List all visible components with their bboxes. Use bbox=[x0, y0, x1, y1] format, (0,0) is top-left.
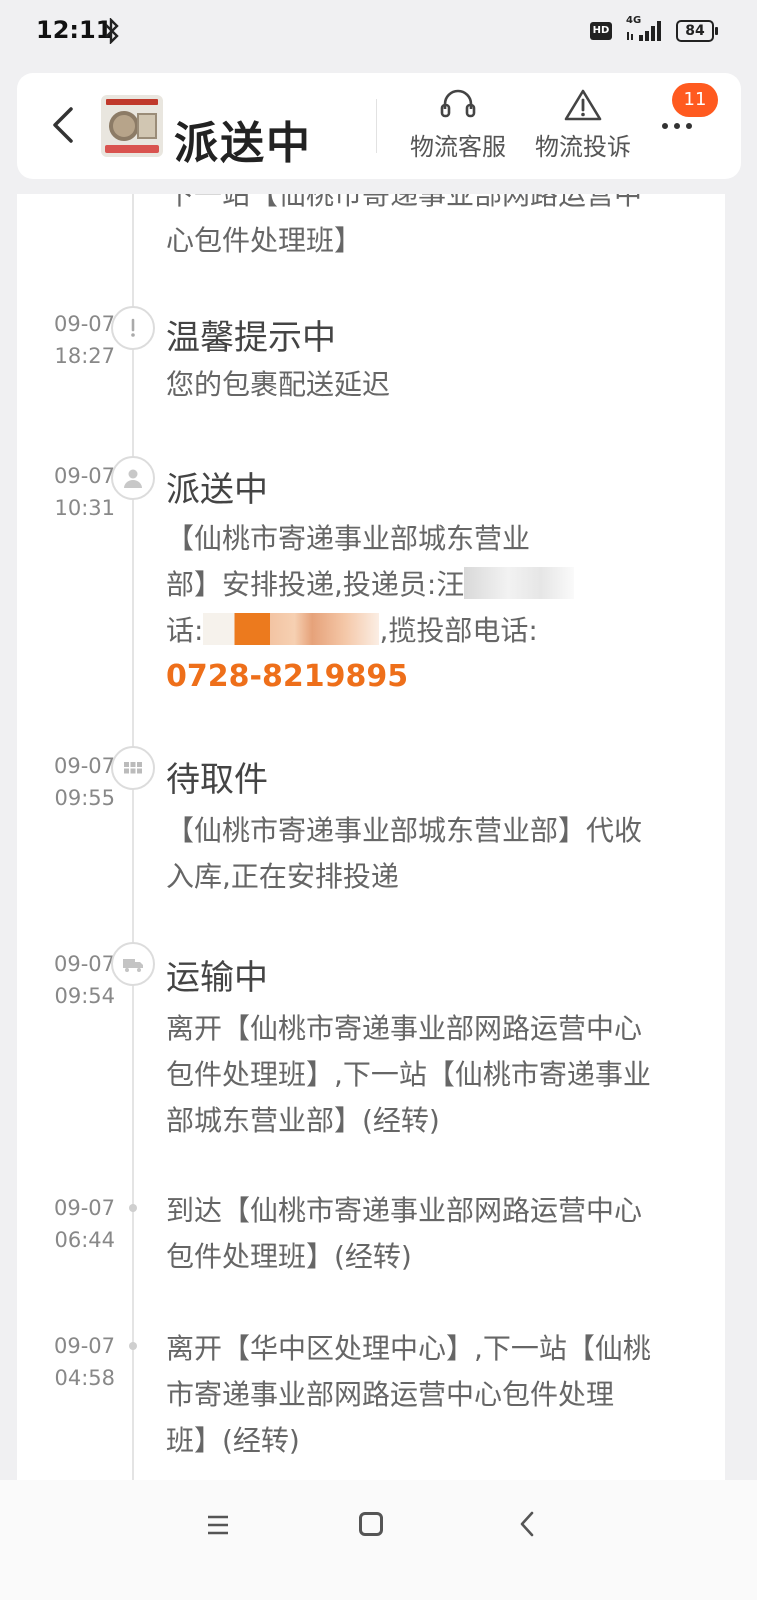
entry-date: 09-07 bbox=[53, 754, 115, 778]
entry-time: 09:55 bbox=[54, 786, 115, 810]
entry-date: 09-07 bbox=[53, 952, 115, 976]
status-time: 12:11 bbox=[36, 16, 113, 44]
menu-icon[interactable] bbox=[206, 1514, 230, 1536]
phone-link[interactable]: 0728-8219895 bbox=[166, 659, 408, 694]
nav-back-icon[interactable] bbox=[517, 1510, 537, 1538]
bluetooth-icon bbox=[105, 18, 119, 44]
hd-icon: HD bbox=[590, 22, 612, 40]
entry-desc-line: 部城东营业部】(经转) bbox=[166, 1104, 440, 1137]
logistics-service-button[interactable]: 物流客服 bbox=[402, 87, 514, 162]
logistics-complaint-button[interactable]: 物流投诉 bbox=[527, 87, 639, 162]
redacted-name bbox=[464, 567, 575, 599]
entry-desc-line: 离开【华中区处理中心】,下一站【仙桃 bbox=[166, 1332, 651, 1365]
entry-desc: 到达【仙桃市寄递事业部网路运营中心 包件处理班】(经转) bbox=[166, 1188, 711, 1280]
entry-desc: 【仙桃市寄递事业部城东营业 部】安排投递,投递员:汪 话: ,揽投部电话: 072… bbox=[166, 516, 711, 700]
timeline-dot bbox=[129, 1204, 137, 1212]
back-arrow-icon[interactable] bbox=[47, 103, 77, 147]
entry-desc-line: 0728-8219895 bbox=[166, 654, 711, 700]
redacted-phone bbox=[203, 613, 380, 645]
screen: 12:11 HD 4G 84 派送中 物流客服 物流投诉 11 下一站【仙桃市寄… bbox=[0, 0, 757, 1600]
entry-desc-text: 话: bbox=[166, 614, 204, 647]
battery-icon: 84 bbox=[676, 20, 718, 42]
entry-desc-line: 离开【仙桃市寄递事业部网路运营中心 bbox=[166, 1012, 643, 1045]
entry-date: 09-07 bbox=[53, 312, 115, 336]
entry-desc-line: 话: ,揽投部电话: bbox=[166, 608, 711, 654]
grid-icon bbox=[111, 746, 155, 790]
timeline-card: 下一站【仙桃市寄递事业部网路运营中 心包件处理班】 09-07 18:27 温馨… bbox=[17, 194, 725, 1480]
entry-desc-text: 部】安排投递,投递员:汪 bbox=[166, 568, 465, 601]
home-icon[interactable] bbox=[359, 1512, 383, 1536]
status-bar: 12:11 HD 4G 84 bbox=[0, 0, 757, 62]
timeline-line bbox=[132, 194, 134, 1480]
system-nav-bar bbox=[0, 1480, 757, 1600]
entry-desc-line: 包件处理班】,下一站【仙桃市寄递事业 bbox=[166, 1058, 651, 1091]
entry-desc-line: 部】安排投递,投递员:汪 bbox=[166, 562, 711, 608]
headset-icon bbox=[440, 89, 476, 118]
truck-icon bbox=[111, 942, 155, 986]
partial-desc-line: 下一站【仙桃市寄递事业部网路运营中 bbox=[166, 194, 643, 211]
timeline-dot bbox=[129, 1342, 137, 1350]
entry-time: 06:44 bbox=[54, 1228, 115, 1252]
entry-desc: 离开【华中区处理中心】,下一站【仙桃 市寄递事业部网路运营中心包件处理 班】(经… bbox=[166, 1326, 711, 1464]
warning-triangle-icon bbox=[564, 89, 602, 121]
partial-desc-line: 心包件处理班】 bbox=[166, 224, 363, 257]
logistics-complaint-label: 物流投诉 bbox=[535, 133, 631, 161]
entry-time: 10:31 bbox=[54, 496, 115, 520]
entry-desc: 【仙桃市寄递事业部城东营业部】代收 入库,正在安排投递 bbox=[166, 808, 711, 900]
entry-status: 派送中 bbox=[166, 470, 268, 510]
entry-desc-line: 到达【仙桃市寄递事业部网路运营中心 bbox=[166, 1194, 643, 1227]
entry-date: 09-07 bbox=[53, 1196, 115, 1220]
entry-date: 09-07 bbox=[53, 1334, 115, 1358]
entry-time: 18:27 bbox=[54, 344, 115, 368]
header-divider bbox=[376, 99, 377, 153]
entry-desc-line: 【仙桃市寄递事业部城东营业部】代收 bbox=[166, 814, 643, 847]
person-icon bbox=[111, 456, 155, 500]
entry-status: 运输中 bbox=[166, 958, 268, 998]
entry-desc-line: 班】(经转) bbox=[166, 1424, 300, 1457]
page-title: 派送中 bbox=[174, 118, 312, 169]
entry-desc-line: 【仙桃市寄递事业部城东营业 bbox=[166, 522, 531, 555]
entry-time: 04:58 bbox=[54, 1366, 115, 1390]
entry-desc-line: 市寄递事业部网路运营中心包件处理 bbox=[166, 1378, 615, 1411]
entry-desc-line: 包件处理班】(经转) bbox=[166, 1240, 412, 1273]
product-thumbnail[interactable] bbox=[101, 95, 163, 157]
entry-desc-text: ,揽投部电话: bbox=[379, 614, 538, 647]
entry-time: 09:54 bbox=[54, 984, 115, 1008]
logistics-service-label: 物流客服 bbox=[410, 133, 506, 161]
notification-badge: 11 bbox=[672, 83, 718, 117]
battery-level: 84 bbox=[676, 20, 714, 42]
header-bar: 派送中 物流客服 物流投诉 11 bbox=[17, 73, 741, 179]
exclamation-icon bbox=[111, 306, 155, 350]
entry-desc: 您的包裹配送延迟 bbox=[166, 368, 391, 401]
entry-date: 09-07 bbox=[53, 464, 115, 488]
entry-status: 待取件 bbox=[166, 760, 268, 800]
entry-status: 温馨提示中 bbox=[166, 318, 336, 358]
entry-desc: 离开【仙桃市寄递事业部网路运营中心 包件处理班】,下一站【仙桃市寄递事业 部城东… bbox=[166, 1006, 711, 1144]
entry-desc-line: 入库,正在安排投递 bbox=[166, 860, 399, 893]
signal-icon bbox=[627, 21, 661, 41]
